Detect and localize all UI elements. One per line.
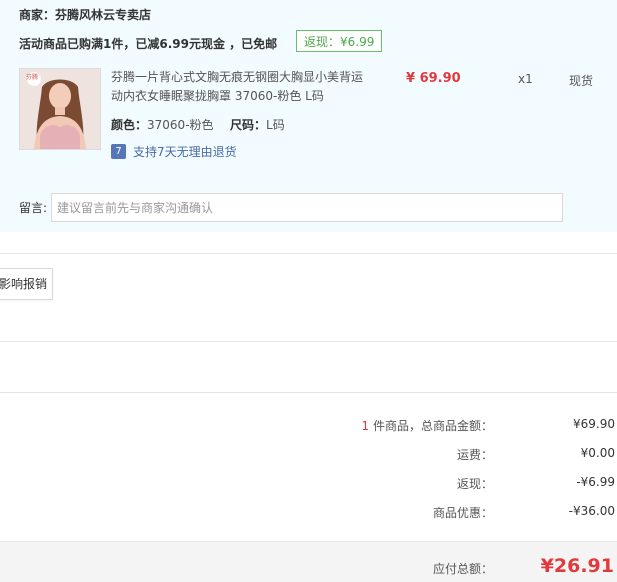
discount-row: 商品优惠： -¥36.00 [0,504,617,524]
stock-status: 现货 [569,74,594,88]
message-input[interactable] [51,193,563,222]
payable-amount: ¥26.91 [540,555,614,577]
payable-label: 应付总额： [432,562,493,576]
size-label: 尺码： [230,118,267,132]
goods-total-label: 1 件商品，总商品金额： [361,419,493,433]
product-price: ¥ 69.90 [406,71,461,86]
seven-day-return-icon: 7 [111,144,126,159]
shipping-amount: ¥0.00 [580,446,615,460]
reimburse-button[interactable]: 影响报销 [0,268,53,300]
product-size: 尺码：L码 [230,116,285,133]
product-quantity: x1 [518,72,533,86]
divider [0,253,617,254]
discount-amount: -¥36.00 [568,504,615,518]
divider [0,341,617,342]
color-label: 颜色： [111,118,148,132]
cashback-label: 返现： [456,477,493,491]
goods-total-row: 1 件商品，总商品金额： ¥69.90 [0,417,617,437]
product-logo-text: 芬腾 [26,74,39,81]
product-title-link[interactable]: 芬腾一片背心式文胸无痕无钢圈大胸显小美背运动内衣女睡眠聚拢胸罩 37060-粉色… [111,68,371,106]
product-color: 颜色：37060-粉色 [111,116,214,133]
cashback-badge: 返现：¥6.99 [296,30,383,52]
shop-order-panel: 商家：芬腾风林云专卖店 活动商品已购满1件，已减6.99元现金 ，已免邮 返现：… [0,0,617,232]
payable-total-bar: 应付总额： ¥26.91 [0,541,617,582]
cashback-row: 返现： -¥6.99 [0,475,617,495]
message-label: 留言: [19,201,48,215]
merchant-name: 商家：芬腾风林云专卖店 [19,8,152,22]
cashback-amount: -¥6.99 [576,475,615,489]
discount-label: 商品优惠： [432,506,493,520]
color-value: 37060-粉色 [147,118,214,132]
product-image[interactable]: 芬腾 [19,68,101,150]
return-policy[interactable]: 7 支持7天无理由退货 [111,143,237,160]
product-photo-illustration [20,69,100,149]
divider [0,392,617,393]
goods-total-amount: ¥69.90 [573,417,615,431]
promotion-text: 活动商品已购满1件，已减6.99元现金 ，已免邮 [19,37,278,51]
return-policy-text: 支持7天无理由退货 [133,145,237,159]
shipping-row: 运费： ¥0.00 [0,446,617,466]
shipping-label: 运费： [456,448,493,462]
size-value: L码 [266,118,285,132]
